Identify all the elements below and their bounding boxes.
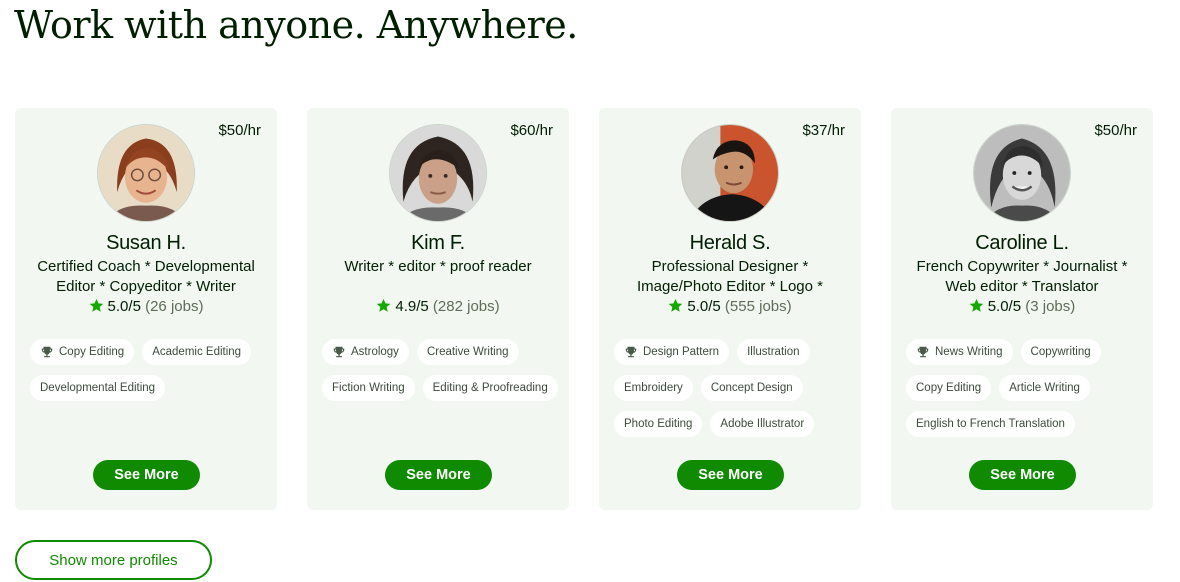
skill-pill[interactable]: Creative Writing xyxy=(416,339,519,365)
profile-card: $50/hr Susan H. Certified Coach * Develo… xyxy=(15,108,277,510)
freelancer-name[interactable]: Kim F. xyxy=(307,232,569,255)
skill-pill[interactable]: Design Pattern xyxy=(614,339,730,365)
freelancer-title: Professional Designer * Image/Photo Edit… xyxy=(637,258,823,295)
star-icon xyxy=(89,298,103,312)
profile-cards: $50/hr Susan H. Certified Coach * Develo… xyxy=(15,108,1153,510)
freelancer-name[interactable]: Herald S. xyxy=(599,232,861,255)
avatar-photo-icon xyxy=(682,125,778,221)
jobs-count: (282 jobs) xyxy=(432,298,500,315)
avatar[interactable] xyxy=(681,124,779,222)
see-more-button[interactable]: See More xyxy=(385,460,492,490)
see-more-button[interactable]: See More xyxy=(93,460,200,490)
skill-pill[interactable]: Illustration xyxy=(737,339,810,365)
skill-pill[interactable]: Embroidery xyxy=(614,375,693,401)
skill-pill[interactable]: Astrology xyxy=(322,339,409,365)
hourly-rate: $60/hr xyxy=(510,122,553,139)
profile-card: $37/hr Herald S. Professional Designer *… xyxy=(599,108,861,510)
skill-pill[interactable]: News Writing xyxy=(906,339,1013,365)
skill-pill[interactable]: English to French Translation xyxy=(906,411,1075,437)
skills-list: Design Pattern Illustration Embroidery C… xyxy=(614,339,851,437)
jobs-count: (26 jobs) xyxy=(145,298,204,315)
page: Work with anyone. Anywhere. $50/hr Susan… xyxy=(0,0,1180,582)
freelancer-title: Certified Coach * Developmental Editor *… xyxy=(37,258,255,295)
freelancer-title: Writer * editor * proof reader xyxy=(344,258,532,275)
rating-value: 5.0/5 xyxy=(107,298,141,315)
star-icon xyxy=(969,298,983,312)
rating: 5.0/5 (26 jobs) xyxy=(15,298,277,315)
jobs-count: (3 jobs) xyxy=(1025,298,1076,315)
hourly-rate: $50/hr xyxy=(218,122,261,139)
avatar-photo-icon xyxy=(390,125,486,221)
skills-list: Copy Editing Academic Editing Developmen… xyxy=(30,339,267,401)
rating: 4.9/5 (282 jobs) xyxy=(307,298,569,315)
profile-card: $60/hr Kim F. Writer * editor * proof re… xyxy=(307,108,569,510)
hourly-rate: $50/hr xyxy=(1094,122,1137,139)
skill-pill[interactable]: Developmental Editing xyxy=(30,375,166,401)
star-icon xyxy=(669,298,683,312)
section-headline: Work with anyone. Anywhere. xyxy=(14,3,578,47)
skill-pill[interactable]: Fiction Writing xyxy=(322,375,415,401)
rating: 5.0/5 (555 jobs) xyxy=(599,298,861,315)
skill-pill[interactable]: Academic Editing xyxy=(142,339,252,365)
trophy-icon xyxy=(917,346,929,358)
avatar-photo-icon xyxy=(974,125,1070,221)
rating-value: 5.0/5 xyxy=(687,298,721,315)
trophy-icon xyxy=(41,346,53,358)
avatar[interactable] xyxy=(97,124,195,222)
freelancer-name[interactable]: Susan H. xyxy=(15,232,277,255)
rating-value: 5.0/5 xyxy=(987,298,1022,315)
rating: 5.0/5 (3 jobs) xyxy=(891,298,1153,315)
star-icon xyxy=(377,298,391,312)
trophy-icon xyxy=(333,346,345,358)
skills-list: Astrology Creative Writing Fiction Writi… xyxy=(322,339,559,401)
rating-value: 4.9/5 xyxy=(395,298,429,315)
show-more-profiles-button[interactable]: Show more profiles xyxy=(15,540,212,580)
hourly-rate: $37/hr xyxy=(802,122,845,139)
see-more-button[interactable]: See More xyxy=(677,460,784,490)
trophy-icon xyxy=(625,346,637,358)
avatar-photo-icon xyxy=(98,125,194,221)
avatar[interactable] xyxy=(973,124,1071,222)
skill-pill[interactable]: Copywriting xyxy=(1020,339,1101,365)
skill-pill[interactable]: Adobe Illustrator xyxy=(710,411,815,437)
skills-list: News Writing Copywriting Copy Editing Ar… xyxy=(906,339,1143,437)
freelancer-title: French Copywriter * Journalist * Web edi… xyxy=(916,258,1128,295)
skill-pill[interactable]: Editing & Proofreading xyxy=(422,375,558,401)
see-more-button[interactable]: See More xyxy=(969,460,1076,490)
avatar[interactable] xyxy=(389,124,487,222)
profile-card: $50/hr Caroline L. French Copywriter * J… xyxy=(891,108,1153,510)
skill-pill[interactable]: Article Writing xyxy=(999,375,1090,401)
skill-pill[interactable]: Copy Editing xyxy=(30,339,135,365)
skill-pill[interactable]: Photo Editing xyxy=(614,411,703,437)
skill-pill[interactable]: Concept Design xyxy=(700,375,803,401)
skill-pill[interactable]: Copy Editing xyxy=(906,375,992,401)
freelancer-name[interactable]: Caroline L. xyxy=(891,232,1153,255)
jobs-count: (555 jobs) xyxy=(724,298,792,315)
